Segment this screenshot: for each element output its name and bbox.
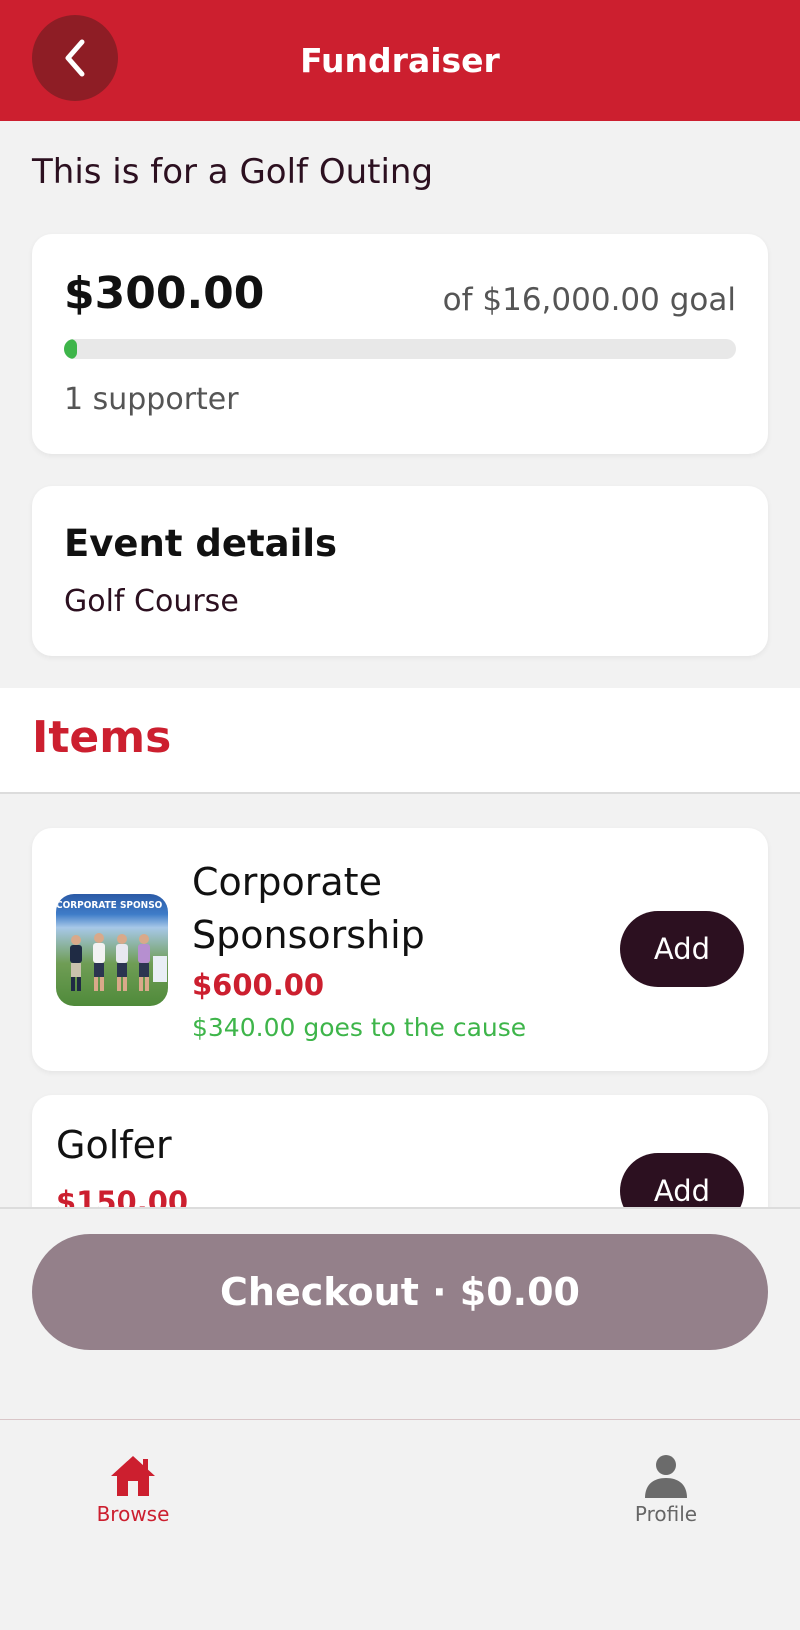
checkout-button[interactable]: Checkout · $0.00 xyxy=(32,1234,768,1350)
progress-bar xyxy=(64,339,736,359)
tab-label: Browse xyxy=(96,1502,170,1526)
app-header: Fundraiser xyxy=(0,0,800,121)
event-details-heading: Event details xyxy=(64,522,338,565)
goal-card: $300.00 of $16,000.00 goal 1 supporter xyxy=(32,234,768,454)
back-button[interactable] xyxy=(32,15,118,101)
item-thumbnail: CORPORATE SPONSO xyxy=(56,894,168,1006)
page-title: Fundraiser xyxy=(300,41,500,80)
items-heading: Items xyxy=(32,712,172,763)
item-card[interactable]: CORPORATE SPONSO Corporate Sponsorship $… xyxy=(32,828,768,1071)
home-icon xyxy=(111,1456,155,1496)
goal-amount: of $16,000.00 goal xyxy=(442,282,736,318)
item-cause-amount: $340.00 goes to the cause xyxy=(192,1013,527,1042)
tab-profile[interactable]: Profile xyxy=(586,1454,746,1526)
raised-amount: $300.00 xyxy=(64,268,265,319)
add-button[interactable]: Add xyxy=(620,911,744,987)
items-header: Items xyxy=(0,688,800,794)
fundraiser-description: This is for a Golf Outing xyxy=(32,152,434,192)
item-name: Golfer xyxy=(56,1123,172,1167)
golfers-image xyxy=(70,933,167,991)
event-location: Golf Course xyxy=(64,584,239,619)
chevron-left-icon xyxy=(65,39,85,77)
item-name: Corporate Sponsorship xyxy=(192,860,425,957)
tab-label: Profile xyxy=(634,1502,698,1526)
supporter-count: 1 supporter xyxy=(64,382,239,417)
tab-browse[interactable]: Browse xyxy=(53,1454,213,1526)
item-price: $600.00 xyxy=(192,968,325,1002)
progress-fill xyxy=(64,339,77,359)
checkout-bar: Checkout · $0.00 xyxy=(0,1207,800,1419)
bottom-tab-bar: Browse Profile xyxy=(0,1419,800,1630)
event-details-card: Event details Golf Course xyxy=(32,486,768,656)
person-icon xyxy=(645,1455,687,1498)
